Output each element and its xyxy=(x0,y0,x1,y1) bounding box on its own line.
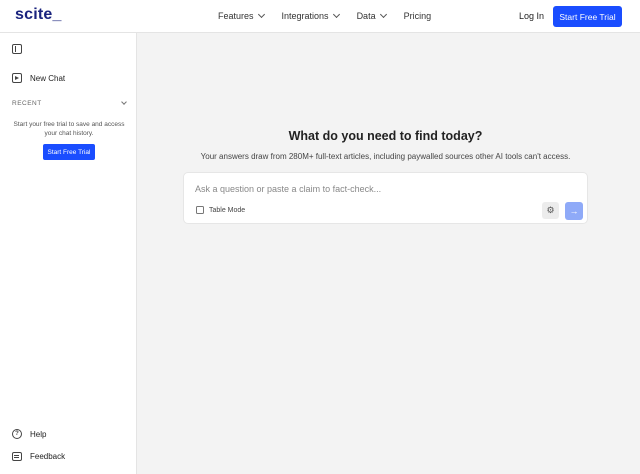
send-button[interactable]: → xyxy=(565,202,583,220)
settings-button[interactable]: ⚙ xyxy=(542,202,559,219)
nav-pricing-label: Pricing xyxy=(403,11,432,21)
page-subtitle: Your answers draw from 280M+ full-text a… xyxy=(200,152,571,161)
recent-label: RECENT xyxy=(12,100,42,107)
gear-icon: ⚙ xyxy=(546,205,555,215)
recent-section-toggle[interactable]: RECENT xyxy=(12,99,127,107)
main-nav: Features Integrations Data Pricing xyxy=(218,10,449,21)
help-link[interactable]: ? Help xyxy=(12,429,46,439)
table-mode-label: Table Mode xyxy=(209,206,246,214)
arrow-right-icon: → xyxy=(569,206,579,216)
nav-integrations-label: Integrations xyxy=(281,11,329,21)
table-mode-toggle[interactable]: Table Mode xyxy=(196,206,245,214)
start-free-trial-button[interactable]: Start Free Trial xyxy=(553,6,622,27)
help-icon: ? xyxy=(12,429,22,439)
sidebar-start-free-trial-button[interactable]: Start Free Trial xyxy=(43,144,95,160)
nav-data[interactable]: Data xyxy=(356,10,387,21)
chevron-down-icon xyxy=(379,10,387,19)
new-chat-button[interactable]: New Chat xyxy=(12,73,65,83)
nav-features-label: Features xyxy=(218,11,254,21)
scite-logo[interactable]: scite_ xyxy=(15,6,62,24)
help-label: Help xyxy=(30,429,47,439)
trial-message: Start your free trial to save and access… xyxy=(13,121,125,137)
top-navigation-bar: scite_ Features Integrations Data Pricin… xyxy=(0,0,640,33)
feedback-label: Feedback xyxy=(30,452,66,461)
table-mode-checkbox[interactable] xyxy=(196,206,204,214)
chevron-down-icon xyxy=(257,10,265,19)
nav-integrations[interactable]: Integrations xyxy=(281,10,340,21)
new-chat-icon xyxy=(12,73,22,83)
login-link[interactable]: Log In xyxy=(519,11,544,21)
sidebar-collapse-icon[interactable] xyxy=(12,44,22,54)
feedback-icon xyxy=(12,452,22,461)
chevron-down-icon xyxy=(332,10,340,19)
nav-features[interactable]: Features xyxy=(218,10,265,21)
chevron-down-icon xyxy=(121,99,127,105)
new-chat-label: New Chat xyxy=(30,73,66,83)
search-input[interactable] xyxy=(195,182,575,196)
page-title: What do you need to find today? xyxy=(288,129,483,143)
feedback-link[interactable]: Feedback xyxy=(12,452,65,461)
nav-data-label: Data xyxy=(356,11,376,21)
nav-pricing[interactable]: Pricing xyxy=(404,11,432,21)
sidebar: New Chat RECENT Start your free trial to… xyxy=(0,33,137,474)
search-box: Table Mode ⚙ → xyxy=(183,172,588,224)
